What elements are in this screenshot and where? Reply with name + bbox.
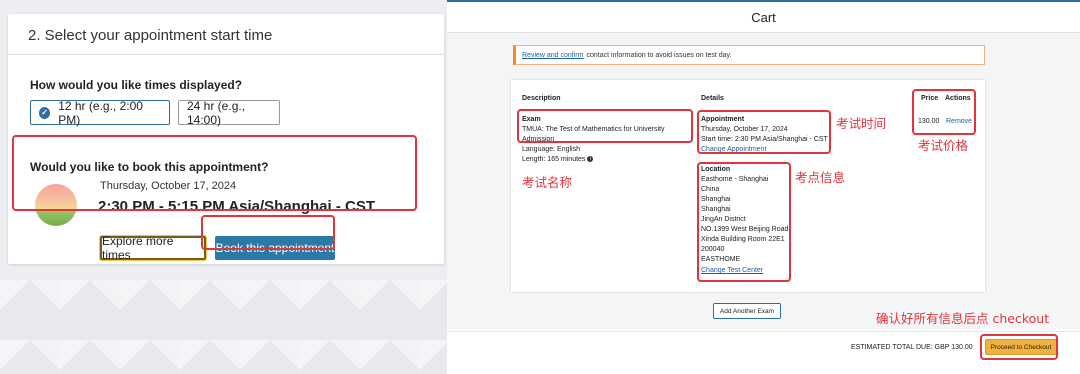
annotation-exam-name: 考试名称: [522, 175, 573, 190]
check-icon: ✓: [39, 106, 51, 119]
header-details: Details: [701, 95, 724, 102]
annotation-confirm-checkout: 确认好所有信息后点 checkout: [876, 311, 1050, 326]
annotation-box-appointment: [12, 135, 417, 211]
explore-more-times-button[interactable]: Explore more times: [100, 234, 206, 262]
annotation-box-location: [697, 162, 791, 282]
divider: [447, 331, 1080, 332]
format-24hr-option[interactable]: 24 hr (e.g., 14:00): [178, 98, 280, 127]
annotation-box-exam: [517, 109, 693, 143]
top-accent-bar: [447, 0, 1080, 2]
format-12hr-option[interactable]: ✓ 12 hr (e.g., 2:00 PM): [30, 98, 170, 127]
exam-language: Language: English: [522, 146, 580, 153]
annotation-test-center: 考点信息: [795, 170, 846, 185]
times-display-question: How would you like times displayed?: [30, 78, 243, 92]
exam-length: Length: 165 minutes i: [522, 155, 594, 165]
notice-text: contact information to avoid issues on t…: [586, 51, 732, 59]
annotation-box-appointment-details: [697, 110, 831, 154]
annotation-box-checkout: [980, 334, 1058, 360]
background-pattern: [0, 280, 450, 374]
estimated-total: ESTIMATED TOTAL DUE: GBP 130.00: [851, 344, 973, 351]
annotation-exam-price: 考试价格: [918, 138, 969, 153]
annotation-box-book-button: [201, 215, 335, 250]
add-another-exam-button[interactable]: Add Another Exam: [713, 303, 781, 319]
format-24hr-label: 24 hr (e.g., 14:00): [187, 98, 246, 127]
divider: [8, 54, 444, 55]
format-12hr-label: 12 hr (e.g., 2:00 PM): [58, 98, 143, 127]
cart-title: Cart: [751, 10, 776, 25]
header-description: Description: [522, 95, 561, 102]
exam-length-text: Length: 165 minutes: [522, 156, 586, 163]
info-icon[interactable]: i: [587, 156, 594, 163]
step-title: 2. Select your appointment start time: [28, 27, 273, 44]
review-confirm-link[interactable]: Review and confirm: [522, 52, 583, 59]
annotation-box-price: [912, 89, 976, 135]
contact-notice: Review and confirm contact information t…: [513, 45, 985, 65]
annotation-exam-time: 考试时间: [836, 116, 887, 131]
